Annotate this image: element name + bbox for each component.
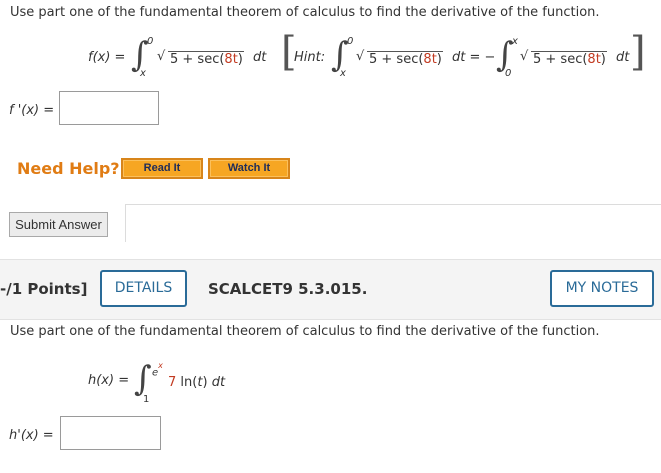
right-bracket: ] [630, 29, 646, 75]
hint-upper-limit-2: x [512, 36, 518, 47]
integrand: 7 ln(t) dt [168, 375, 226, 390]
question1-prompt: Use part one of the fundamental theorem … [10, 5, 600, 20]
my-notes-button[interactable]: MY NOTES [550, 270, 654, 307]
hint-lower-limit-2: 0 [505, 68, 512, 79]
function-lhs: h(x) = [88, 373, 130, 388]
radical-icon: √ [157, 49, 166, 64]
hint-lower-limit-1: x [340, 68, 346, 79]
hint-sqrt-integrand-1: √ 5 + sec(8t) [356, 49, 443, 67]
hint-label: Hint: [294, 50, 326, 65]
need-help-label: Need Help? [17, 159, 120, 178]
details-button[interactable]: DETAILS [100, 270, 187, 307]
hint-sqrt-integrand-2: √ 5 + sec(8t) [520, 49, 607, 67]
read-it-button[interactable]: Read It [121, 158, 203, 179]
upper-limit: ex [152, 361, 163, 379]
radical-icon: √ [356, 49, 365, 64]
radical-icon: √ [520, 49, 529, 64]
watch-it-button[interactable]: Watch It [208, 158, 290, 179]
submit-answer-button[interactable]: Submit Answer [9, 212, 108, 237]
sqrt-integrand: √ 5 + sec(8t) [157, 49, 244, 67]
question-code: SCALCET9 5.3.015. [208, 280, 368, 298]
answer2-label: h'(x) = [9, 428, 54, 443]
dt: dt [253, 50, 267, 65]
function-lhs: f(x) = [88, 50, 126, 65]
answer2-input[interactable] [60, 416, 161, 450]
points-label: -/1 Points] [0, 280, 88, 298]
lower-limit: 1 [143, 394, 150, 405]
hint-equals: dt = − [452, 50, 496, 65]
lower-limit: x [140, 68, 146, 79]
integral-sign: ∫ [134, 359, 152, 399]
hint-upper-limit-1: 0 [347, 36, 354, 47]
hint-dt: dt [616, 50, 630, 65]
upper-limit: 0 [147, 36, 154, 47]
answer1-input[interactable] [59, 91, 159, 125]
answer1-label: f '(x) = [9, 103, 55, 118]
question2-prompt: Use part one of the fundamental theorem … [10, 324, 600, 339]
